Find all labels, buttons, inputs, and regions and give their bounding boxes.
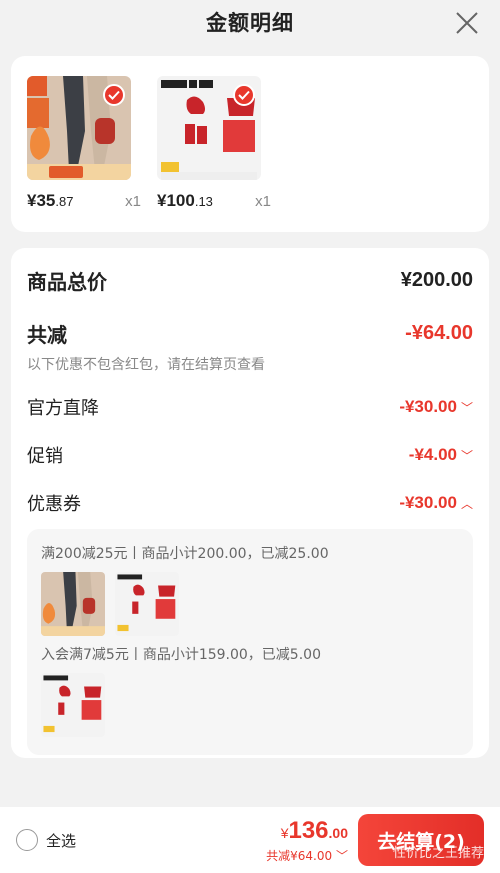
checked-icon [233,84,255,106]
header: 金额明细 [0,0,500,48]
product-qty: x1 [125,193,141,210]
total-price-row: 商品总价 ¥200.00 [27,266,473,295]
discount-item-coupon[interactable]: 优惠券 -¥30.00 ︿ [27,490,473,516]
price-cents: .13 [194,194,213,209]
watermark-text: 性价比之王推荐 [392,846,484,861]
product-price: ¥35.87 [27,191,73,211]
mini-product-image [41,572,105,636]
select-all-label[interactable]: 全选 [46,830,76,851]
discount-value: -¥64.00 [405,322,473,344]
product-qty: x1 [255,193,271,210]
chevron-down-icon: ﹀ [460,449,473,463]
checkout-bar: 全选 ¥136.00 共减¥64.00 ﹀ 去结算(2) 性价比之王推荐 [0,807,500,873]
product-item[interactable]: ¥100.13 x1 [157,76,274,232]
price-main: ¥35 [27,191,56,210]
price-summary-card: 商品总价 ¥200.00 共减 -¥64.00 以下优惠不包含红包，请在结算页查… [11,248,489,758]
price-main: ¥100 [157,191,195,210]
chevron-down-icon: ﹀ [460,401,473,415]
chevron-down-icon: ﹀ [335,848,348,863]
product-card: ¥35.87 x1 ¥100.13 x1 [11,56,489,232]
total-decimal: .00 [328,824,348,841]
discount-item-official[interactable]: 官方直降 -¥30.00 ﹀ [27,394,473,420]
discount-item-label: 优惠券 [27,494,81,515]
total-integer: 136 [288,816,329,844]
discount-item-label: 官方直降 [27,398,99,419]
total-discount-toggle[interactable]: 共减¥64.00 ﹀ [266,847,348,864]
page-title: 金额明细 [206,11,294,35]
discount-item-value: -¥30.00 [399,493,457,512]
coupon-line: 满200减25元丨商品小计200.00，已减25.00 [41,546,329,562]
discount-row: 共减 -¥64.00 [27,319,473,348]
total-summary: ¥136.00 共减¥64.00 ﹀ [266,817,348,864]
discount-item-promo[interactable]: 促销 -¥4.00 ﹀ [27,442,473,468]
total-amount: ¥136.00 [266,817,348,845]
checked-icon [103,84,125,106]
coupon-products [41,572,459,636]
discount-note: 以下优惠不包含红包，请在结算页查看 [27,357,265,373]
product-image [157,76,261,180]
discount-label: 共减 [27,323,67,347]
select-all-radio[interactable] [16,829,38,851]
product-price: ¥100.13 [157,191,213,211]
chevron-up-icon: ︿ [460,497,473,511]
product-image [27,76,131,180]
mini-product-image [115,572,179,636]
coupon-detail-panel: 满200减25元丨商品小计200.00，已减25.00 入会满7减5元丨商品小计… [27,529,473,755]
mini-product-image [41,673,105,737]
discount-item-value: -¥4.00 [408,445,457,464]
close-icon[interactable] [454,10,480,36]
total-price-label: 商品总价 [27,270,107,294]
discount-item-label: 促销 [27,446,63,467]
total-price-value: ¥200.00 [400,269,473,291]
price-cents: .87 [55,194,74,209]
coupon-line: 入会满7减5元丨商品小计159.00，已减5.00 [41,647,321,663]
discount-item-value: -¥30.00 [399,397,457,416]
coupon-products [41,673,459,737]
product-item[interactable]: ¥35.87 x1 [27,76,144,232]
total-discount-text: 共减¥64.00 [266,848,333,863]
